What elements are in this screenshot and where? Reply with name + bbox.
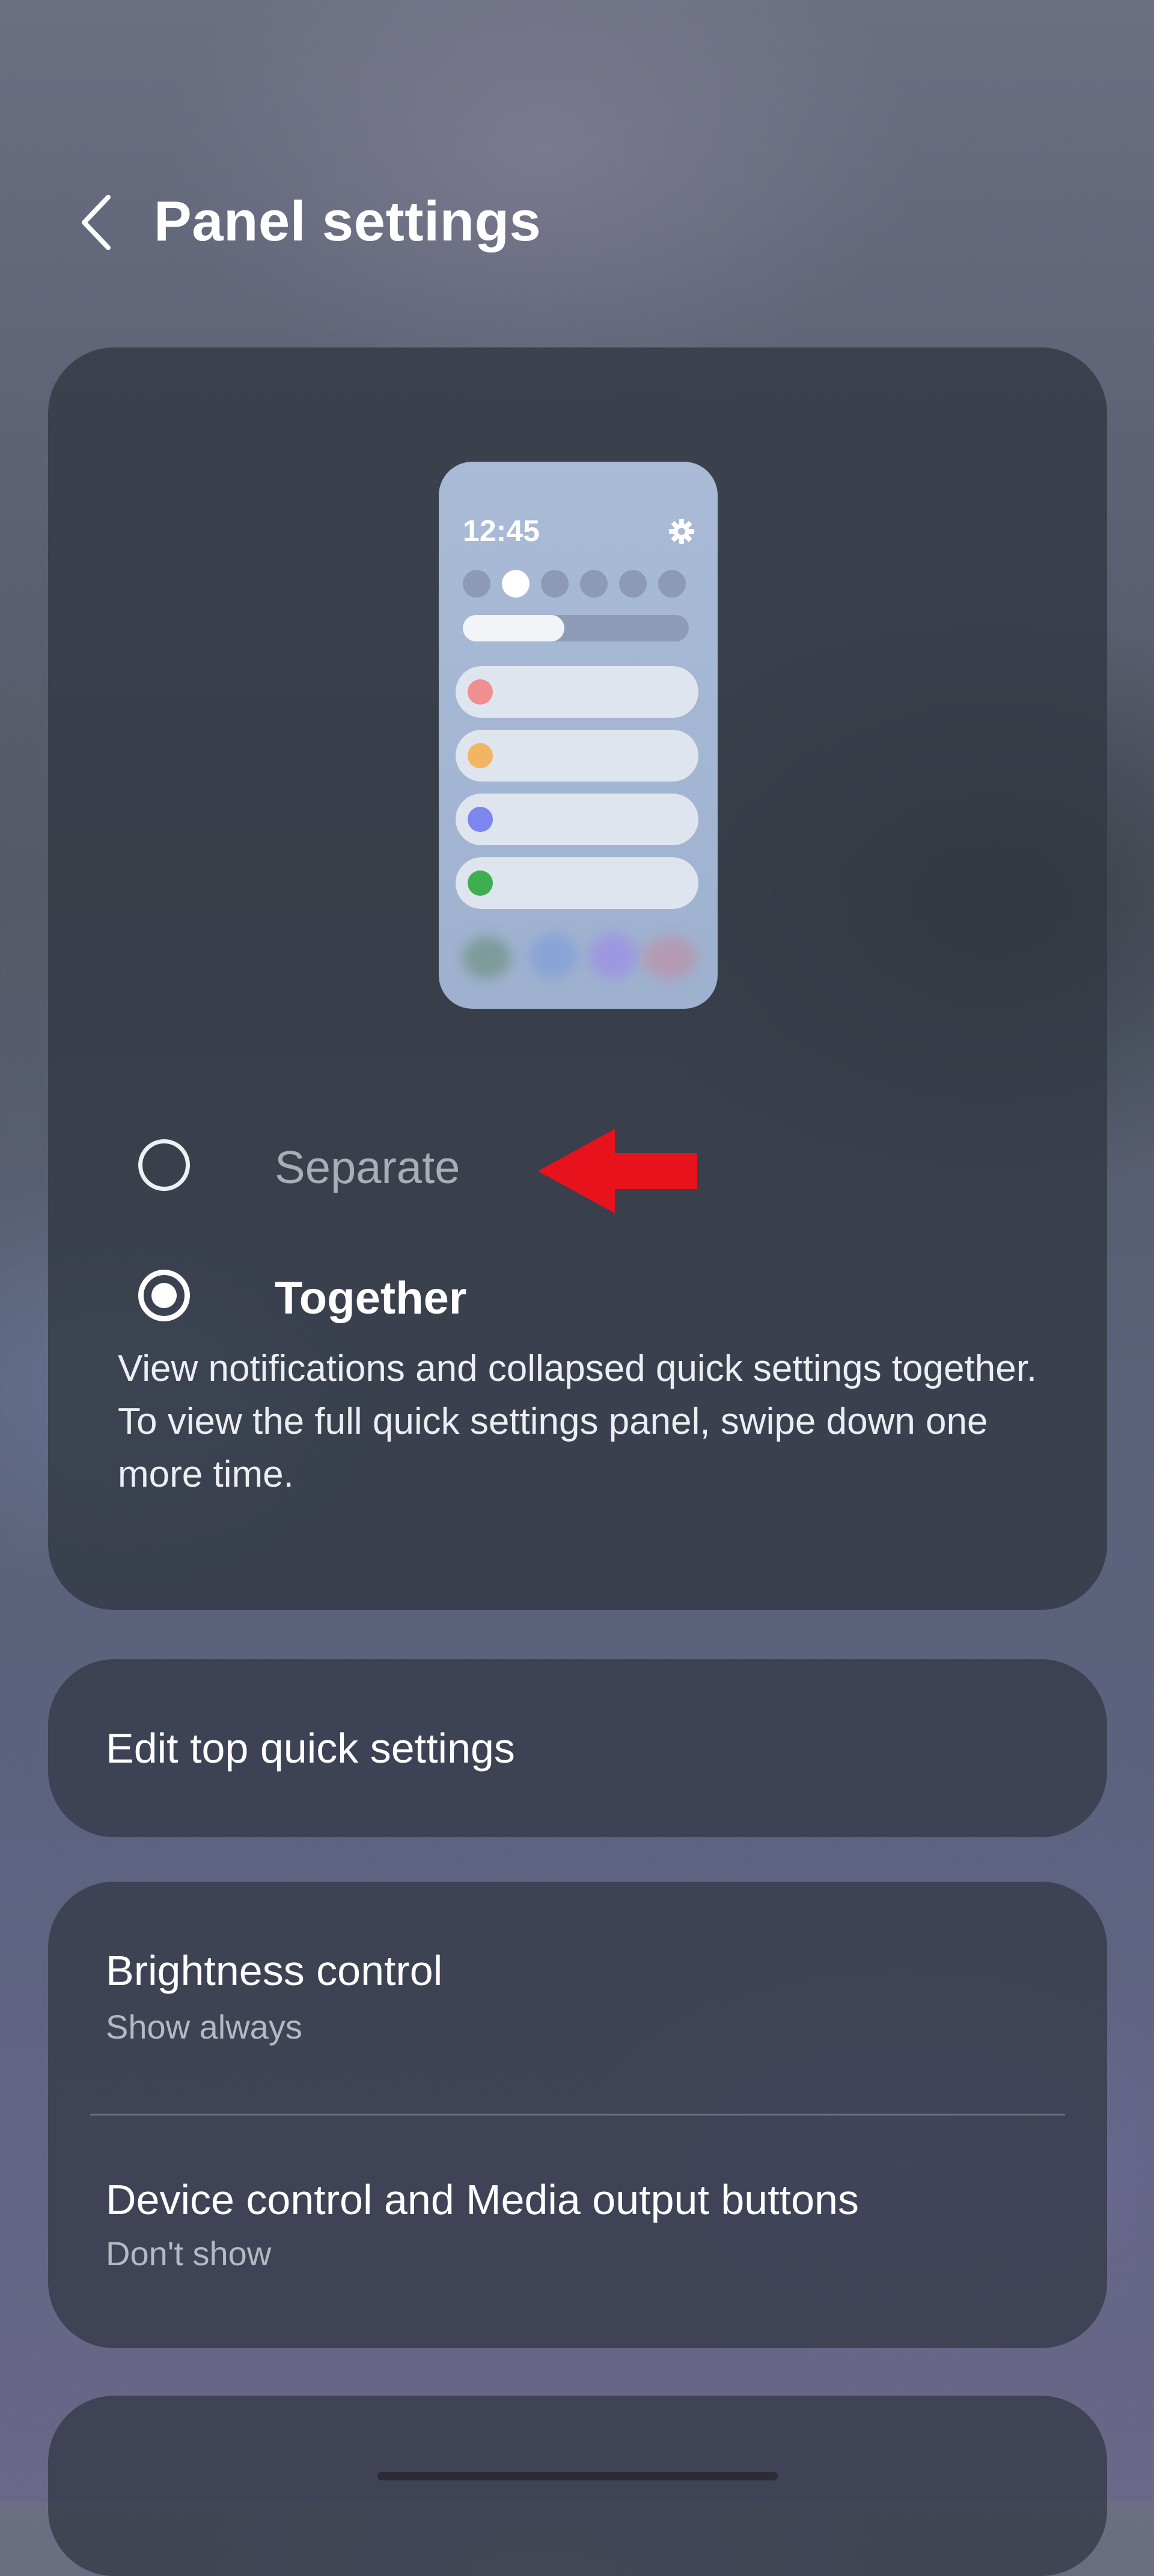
home-indicator[interactable] (377, 2472, 778, 2480)
preview-brightness-fill (463, 615, 565, 641)
preview-brightness-bar (463, 615, 689, 641)
preview-notification (456, 730, 698, 782)
radio-together[interactable] (138, 1270, 190, 1321)
back-button[interactable] (63, 186, 129, 259)
brightness-control-value: Show always (106, 2008, 302, 2046)
edit-quick-settings-card: Edit top quick settings (48, 1659, 1107, 1837)
brightness-control-label: Brightness control (106, 1947, 443, 1994)
notification-dot (468, 870, 493, 896)
quick-setting-dot (502, 570, 530, 598)
quick-setting-dot (541, 570, 569, 598)
gear-icon (669, 519, 694, 544)
device-control-label: Device control and Media output buttons (106, 2176, 859, 2223)
radio-separate[interactable] (138, 1139, 190, 1191)
device-control-item[interactable]: Device control and Media output buttons … (48, 2116, 1107, 2348)
header: Panel settings (0, 180, 1154, 265)
preview-notification (456, 857, 698, 909)
panel-options-card: Brightness control Show always Device co… (48, 1882, 1107, 2348)
notification-dot (468, 743, 493, 768)
preview-notification (456, 666, 698, 718)
edit-quick-settings-label: Edit top quick settings (106, 1725, 515, 1772)
preview-time: 12:45 (463, 514, 540, 548)
option-separate-label: Separate (275, 1142, 460, 1193)
notification-dot (468, 807, 493, 832)
preview-blur (463, 937, 511, 979)
arrow-left-icon (538, 1129, 697, 1213)
radio-selected-dot (151, 1283, 177, 1308)
preview-blur (589, 934, 637, 979)
quick-setting-dot (463, 570, 490, 598)
preview-blur (643, 937, 697, 979)
preview-blur (529, 934, 577, 979)
device-control-value: Don't show (106, 2235, 272, 2272)
chevron-left-icon (82, 195, 111, 250)
panel-preview: 12:45 (439, 462, 718, 1009)
option-separate[interactable]: Separate (48, 1123, 1107, 1213)
quick-setting-dot (619, 570, 647, 598)
preview-notification (456, 794, 698, 845)
panel-style-card: 12:45 Separate Together View notificatio… (48, 347, 1107, 1610)
notification-dot (468, 679, 493, 705)
brightness-control-item[interactable]: Brightness control Show always (48, 1882, 1107, 2114)
next-card (48, 2396, 1107, 2576)
option-together-label: Together (275, 1273, 467, 1324)
option-together[interactable]: Together (48, 1253, 1107, 1344)
quick-setting-dot (658, 570, 686, 598)
edit-quick-settings-item[interactable]: Edit top quick settings (48, 1659, 1107, 1837)
quick-setting-dot (580, 570, 608, 598)
page-title: Panel settings (154, 189, 542, 252)
option-description: View notifications and collapsed quick s… (118, 1348, 1037, 1495)
